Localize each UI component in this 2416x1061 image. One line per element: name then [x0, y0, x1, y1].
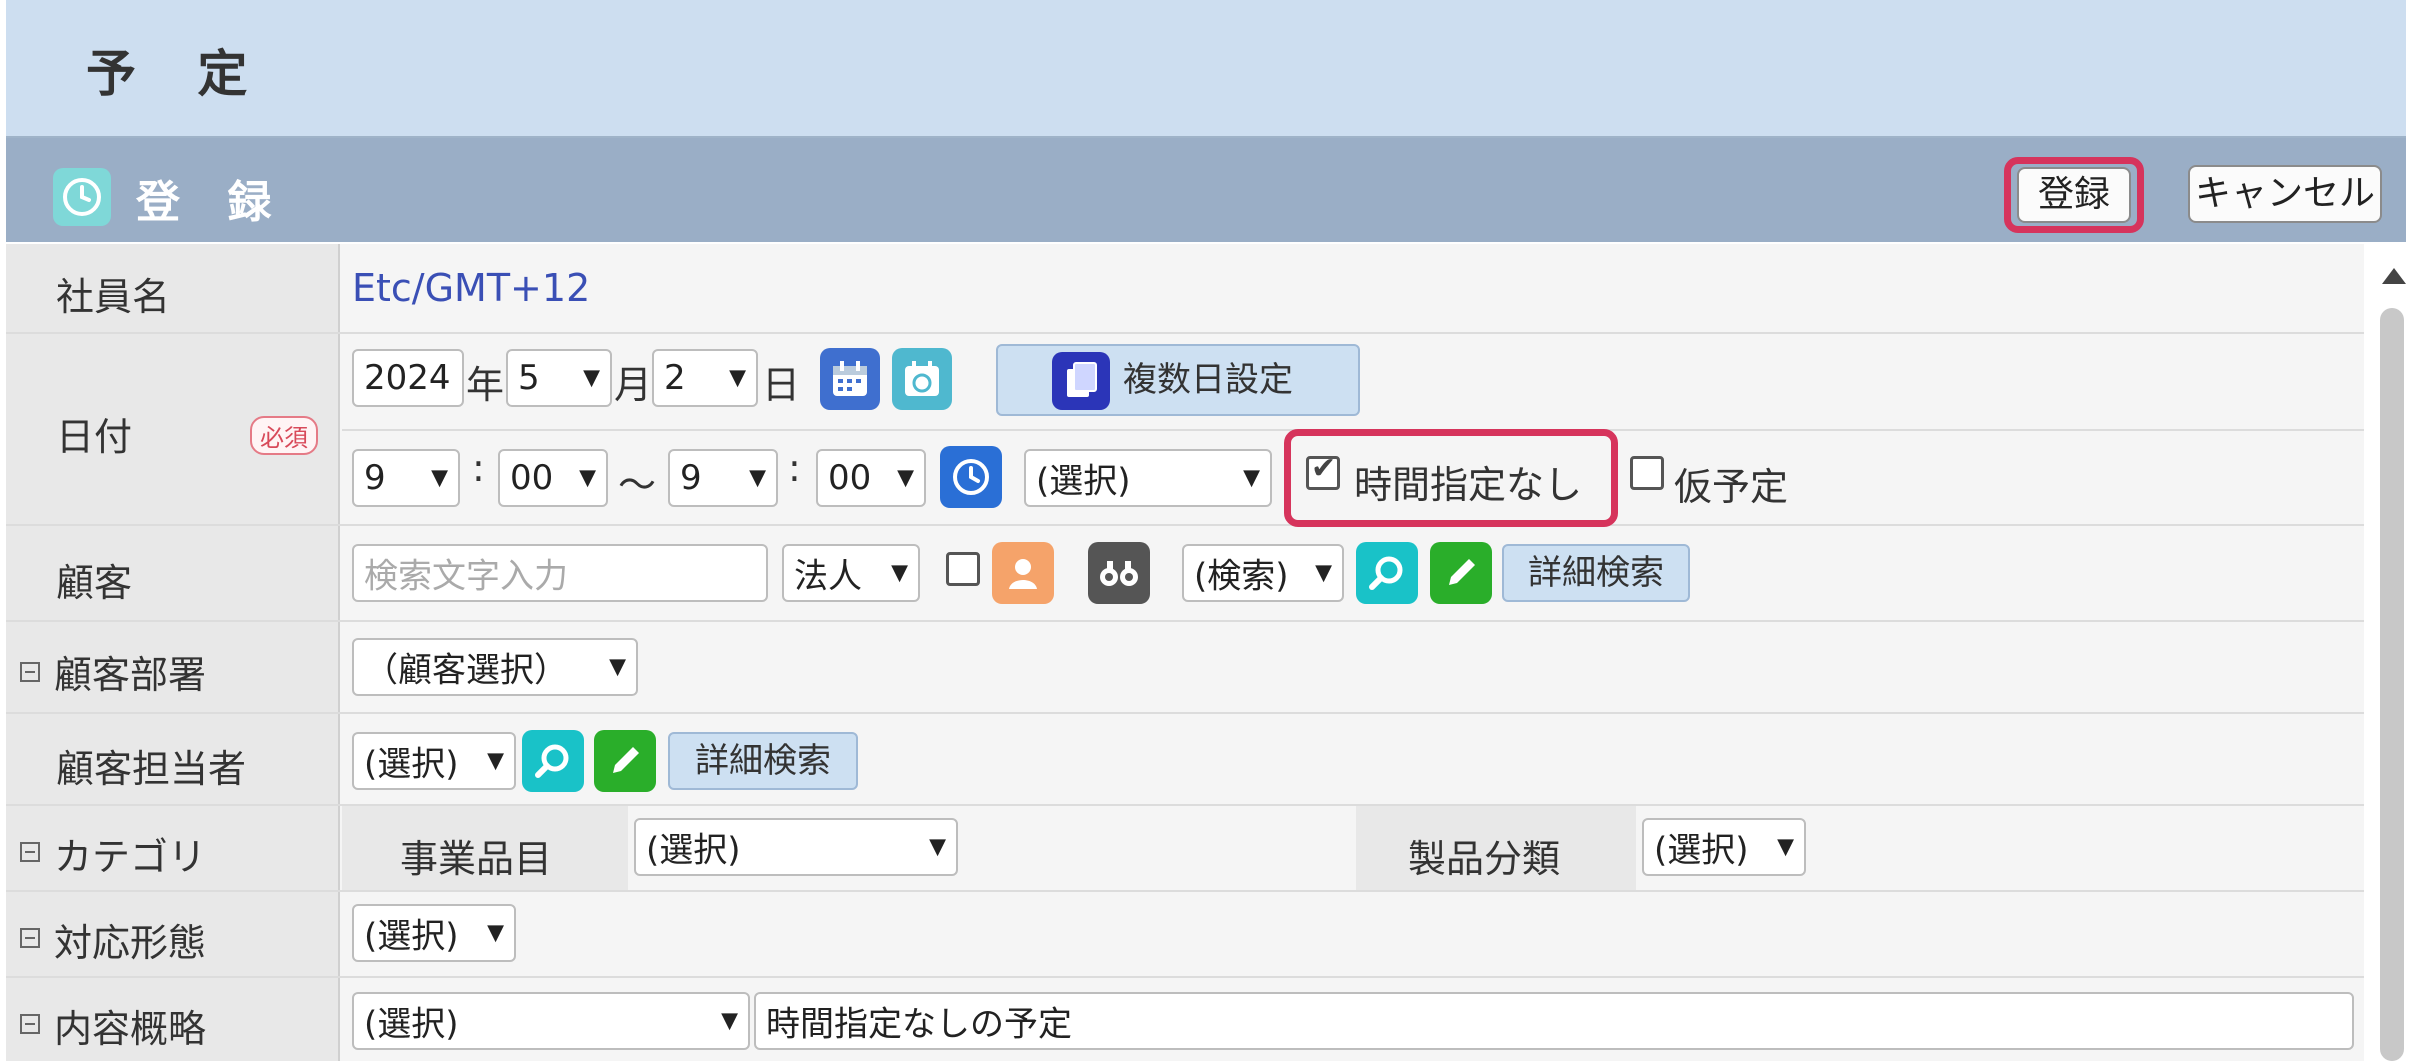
end-hour-select[interactable]: 9 ▼: [668, 449, 778, 507]
person-icon[interactable]: [992, 542, 1054, 604]
copy-icon: [1052, 352, 1110, 410]
customer-search-input[interactable]: 検索文字入力: [352, 544, 768, 602]
month-select[interactable]: 5 ▼: [506, 349, 612, 407]
calendar-clock-icon[interactable]: [892, 348, 952, 410]
page-title: 予 定: [86, 45, 270, 103]
collapse-icon[interactable]: [20, 842, 40, 862]
year-unit: 年: [466, 363, 505, 407]
category-row: カテゴリ 事業品目 (選択) ▼ 製品分類 (選択) ▼: [6, 806, 2364, 892]
clock-icon: [53, 168, 111, 226]
register-title: 登 録: [136, 177, 288, 228]
summary-text-input[interactable]: 時間指定なしの予定: [754, 992, 2354, 1050]
employee-label: 社員名: [56, 275, 171, 319]
customer-detail-search-button[interactable]: 詳細検索: [1502, 544, 1690, 602]
time-colon-1: :: [472, 446, 485, 490]
time-tilde: 〜: [618, 463, 657, 507]
search-icon[interactable]: [1356, 542, 1418, 604]
customer-type-select[interactable]: 法人 ▼: [782, 544, 920, 602]
month-unit: 月: [614, 363, 653, 407]
customer-dept-select[interactable]: （顧客選択） ▼: [352, 638, 638, 696]
required-badge: 必須: [250, 416, 318, 455]
employee-name: Etc/GMT+12: [352, 266, 591, 310]
scroll-thumb[interactable]: [2380, 308, 2404, 1061]
customer-contact-select[interactable]: (選択) ▼: [352, 732, 516, 790]
search-icon[interactable]: [522, 730, 584, 792]
customer-dept-label: 顧客部署: [54, 653, 207, 697]
vertical-scrollbar[interactable]: [2372, 244, 2416, 1061]
no-time-checkbox[interactable]: [1306, 451, 1340, 490]
end-minute-select[interactable]: 00 ▼: [816, 449, 926, 507]
multi-day-button[interactable]: 複数日設定: [996, 344, 1360, 416]
business-item-label: 事業品目: [400, 837, 553, 881]
response-type-select[interactable]: (選択) ▼: [352, 904, 516, 962]
page-header: 予 定: [6, 0, 2406, 138]
date-label: 日付: [56, 415, 133, 459]
pencil-icon[interactable]: [594, 730, 656, 792]
binoculars-icon[interactable]: [1088, 542, 1150, 604]
day-unit: 日: [762, 363, 801, 407]
date-row: 日付 必須 2024 年 5 ▼ 月 2 ▼ 日 複数日設定 9 ▼ : 00 ▼ 〜 …: [6, 334, 2364, 527]
summary-row: 内容概略 (選択) ▼ 時間指定なしの予定: [6, 978, 2364, 1061]
start-minute-select[interactable]: 00 ▼: [498, 449, 608, 507]
time-preset-select[interactable]: (選択) ▼: [1024, 449, 1272, 507]
schedule-form: 社員名 Etc/GMT+12 日付 必須 2024 年 5 ▼ 月 2 ▼ 日 複数…: [6, 244, 2364, 1061]
customer-row: 顧客 検索文字入力 法人 ▼ (検索) ▼ 詳細検索: [6, 526, 2364, 622]
customer-label: 顧客: [56, 561, 133, 605]
response-type-label: 対応形態: [54, 921, 207, 965]
start-hour-select[interactable]: 9 ▼: [352, 449, 460, 507]
collapse-icon[interactable]: [20, 928, 40, 948]
tentative-label: 仮予定: [1674, 465, 1789, 509]
register-button[interactable]: 登録: [2017, 167, 2131, 223]
summary-select[interactable]: (選択) ▼: [352, 992, 750, 1050]
tentative-checkbox[interactable]: [1630, 456, 1664, 490]
customer-search-select[interactable]: (検索) ▼: [1182, 544, 1344, 602]
product-class-select[interactable]: (選択) ▼: [1642, 818, 1806, 876]
customer-contact-row: 顧客担当者 (選択) ▼ 詳細検索: [6, 714, 2364, 806]
cancel-button[interactable]: キャンセル: [2188, 165, 2382, 223]
customer-contact-label: 顧客担当者: [56, 747, 247, 791]
customer-dept-row: 顧客部署 （顧客選択） ▼: [6, 622, 2364, 714]
year-input[interactable]: 2024: [352, 349, 464, 407]
business-item-select[interactable]: (選択) ▼: [634, 818, 958, 876]
collapse-icon[interactable]: [20, 662, 40, 682]
no-time-label: 時間指定なし: [1354, 463, 1583, 507]
summary-label: 内容概略: [54, 1007, 207, 1051]
employee-row: 社員名 Etc/GMT+12: [6, 244, 2364, 334]
time-colon-2: :: [788, 446, 801, 490]
day-select[interactable]: 2 ▼: [652, 349, 758, 407]
pencil-icon[interactable]: [1430, 542, 1492, 604]
scroll-up-icon[interactable]: [2382, 268, 2406, 284]
response-type-row: 対応形態 (選択) ▼: [6, 892, 2364, 978]
customer-checkbox[interactable]: [946, 552, 980, 586]
calendar-icon[interactable]: [820, 348, 880, 410]
contact-detail-search-button[interactable]: 詳細検索: [668, 732, 858, 790]
collapse-icon[interactable]: [20, 1014, 40, 1034]
product-class-label: 製品分類: [1408, 837, 1561, 881]
time-clock-icon[interactable]: [940, 446, 1002, 508]
category-label: カテゴリ: [54, 835, 207, 879]
